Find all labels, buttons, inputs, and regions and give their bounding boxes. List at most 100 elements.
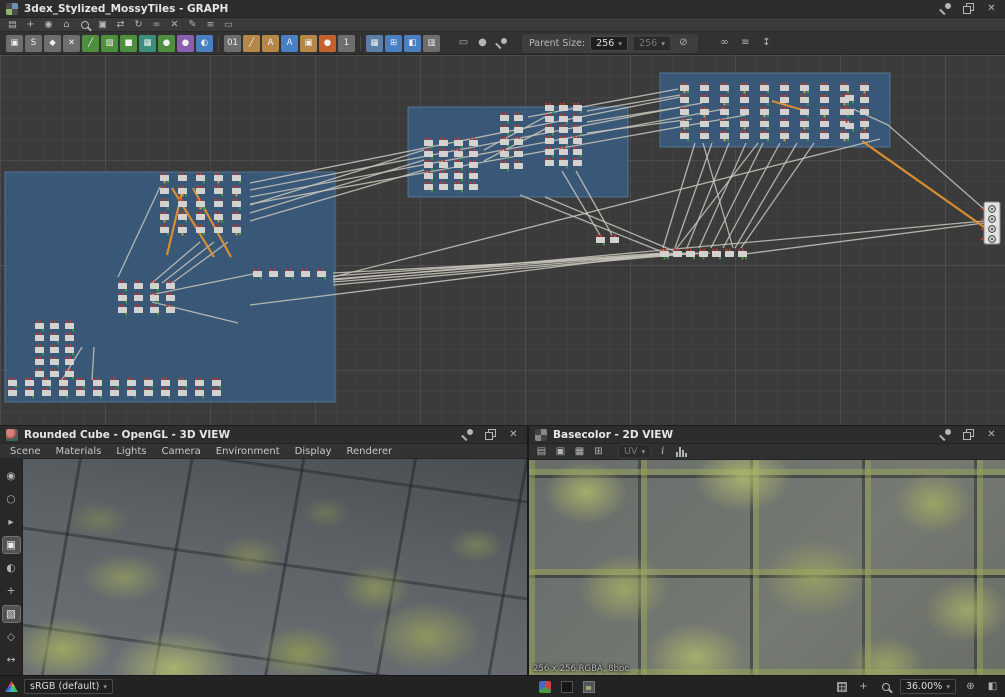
graph-node[interactable] (454, 173, 463, 179)
light-icon[interactable]: ○ (3, 491, 20, 507)
graph-node[interactable] (166, 283, 175, 289)
graph-node[interactable] (232, 175, 241, 181)
graph-node[interactable] (820, 97, 829, 103)
zoom-fit-icon[interactable]: ▣ (95, 18, 110, 32)
graph-node[interactable] (127, 380, 136, 386)
hsl-node-icon[interactable]: ● (177, 34, 194, 52)
warp-node-icon[interactable]: ╱ (243, 34, 260, 52)
graph-node[interactable] (439, 173, 448, 179)
pin-panel-icon[interactable] (938, 428, 953, 442)
graph-node[interactable] (840, 85, 849, 91)
graph-node[interactable] (196, 201, 205, 207)
channels-icon[interactable] (537, 680, 552, 694)
graph-node[interactable] (110, 380, 119, 386)
uniform-color-node-icon[interactable]: ■ (120, 34, 137, 52)
graph-node[interactable] (760, 109, 769, 115)
graph-node[interactable] (42, 390, 51, 396)
select-icon[interactable]: ▸ (3, 514, 20, 530)
graph-node[interactable] (700, 109, 709, 115)
graph-node[interactable] (760, 121, 769, 127)
graph-node[interactable] (65, 371, 74, 377)
graph-node[interactable] (860, 97, 869, 103)
graph-node[interactable] (820, 121, 829, 127)
graph-node[interactable] (469, 151, 478, 157)
graph-node[interactable] (65, 359, 74, 365)
graph-node[interactable] (134, 283, 143, 289)
node-list-icon[interactable]: ≡ (738, 36, 753, 50)
float-panel-icon[interactable] (483, 428, 498, 442)
graph-node[interactable] (545, 127, 554, 133)
menu-environment[interactable]: Environment (216, 446, 280, 457)
graph-node[interactable] (514, 127, 523, 133)
graph-node[interactable] (725, 251, 734, 257)
graph-node[interactable] (93, 380, 102, 386)
graph-node[interactable] (127, 390, 136, 396)
graph-node[interactable] (699, 251, 708, 257)
graph-node[interactable] (610, 237, 619, 243)
texture-preview-icon[interactable] (581, 680, 596, 694)
graph-node[interactable] (514, 151, 523, 157)
graph-node[interactable] (573, 127, 582, 133)
graph-node[interactable] (214, 188, 223, 194)
graph-node[interactable] (514, 139, 523, 145)
graph-node[interactable] (424, 162, 433, 168)
pan-icon[interactable]: ↔ (3, 652, 20, 668)
needle-pin-icon[interactable] (494, 36, 509, 50)
bitmap-node-icon[interactable]: ▣ (6, 34, 23, 52)
graph-node[interactable] (8, 380, 17, 386)
graph-node[interactable] (178, 227, 187, 233)
graph-node[interactable] (740, 97, 749, 103)
graph-node[interactable] (214, 201, 223, 207)
graph-node[interactable] (545, 149, 554, 155)
graph-node[interactable] (50, 371, 59, 377)
graph-node[interactable] (150, 307, 159, 313)
parent-height-dropdown[interactable]: 256 ▾ (633, 35, 671, 51)
graph-node[interactable] (700, 121, 709, 127)
geometry-cube-icon[interactable]: ▧ (1, 605, 21, 623)
copy-image-icon[interactable]: ▦ (572, 445, 587, 459)
graph-node[interactable] (134, 307, 143, 313)
2d-viewport-texture[interactable]: 256 x 256 RGBA, 8bpc (529, 460, 1005, 675)
graph-node[interactable] (800, 85, 809, 91)
graph-node[interactable] (178, 175, 187, 181)
graph-node[interactable] (160, 188, 169, 194)
curve-node-icon[interactable]: ╱ (82, 34, 99, 52)
graph-node[interactable] (178, 188, 187, 194)
value-node-icon[interactable]: ▥ (423, 34, 440, 52)
graph-node[interactable] (317, 271, 326, 277)
graph-node[interactable] (195, 390, 204, 396)
gradient-node-icon[interactable]: ▨ (101, 34, 118, 52)
search-icon[interactable] (77, 18, 92, 32)
graph-node[interactable] (469, 140, 478, 146)
resize-graph-icon[interactable]: ↕ (759, 36, 774, 50)
graph-node[interactable] (800, 109, 809, 115)
graph-node[interactable] (596, 237, 605, 243)
graph-node[interactable] (700, 133, 709, 139)
graph-node[interactable] (559, 116, 568, 122)
graph-node[interactable] (559, 149, 568, 155)
graph-node[interactable] (860, 121, 869, 127)
graph-node[interactable] (439, 151, 448, 157)
graph-node[interactable] (780, 85, 789, 91)
blend-node-icon[interactable]: ▦ (139, 34, 156, 52)
graph-node[interactable] (760, 85, 769, 91)
graph-node[interactable] (50, 347, 59, 353)
atlas-node-icon[interactable]: ▦ (366, 34, 383, 52)
graph-node[interactable] (720, 97, 729, 103)
graph-node[interactable] (160, 227, 169, 233)
graph-node[interactable] (559, 127, 568, 133)
graph-node[interactable] (454, 140, 463, 146)
graph-node[interactable] (301, 271, 310, 277)
graph-node[interactable] (166, 307, 175, 313)
graph-node[interactable] (500, 139, 509, 145)
graph-node[interactable] (545, 116, 554, 122)
graph-node[interactable] (196, 188, 205, 194)
graph-node[interactable] (454, 151, 463, 157)
graph-node[interactable] (8, 390, 17, 396)
graph-node[interactable] (65, 347, 74, 353)
splatter-node-icon[interactable]: ⊞ (385, 34, 402, 52)
graph-node[interactable] (454, 184, 463, 190)
graph-node[interactable] (253, 271, 262, 277)
graph-node[interactable] (740, 133, 749, 139)
graph-node[interactable] (50, 335, 59, 341)
